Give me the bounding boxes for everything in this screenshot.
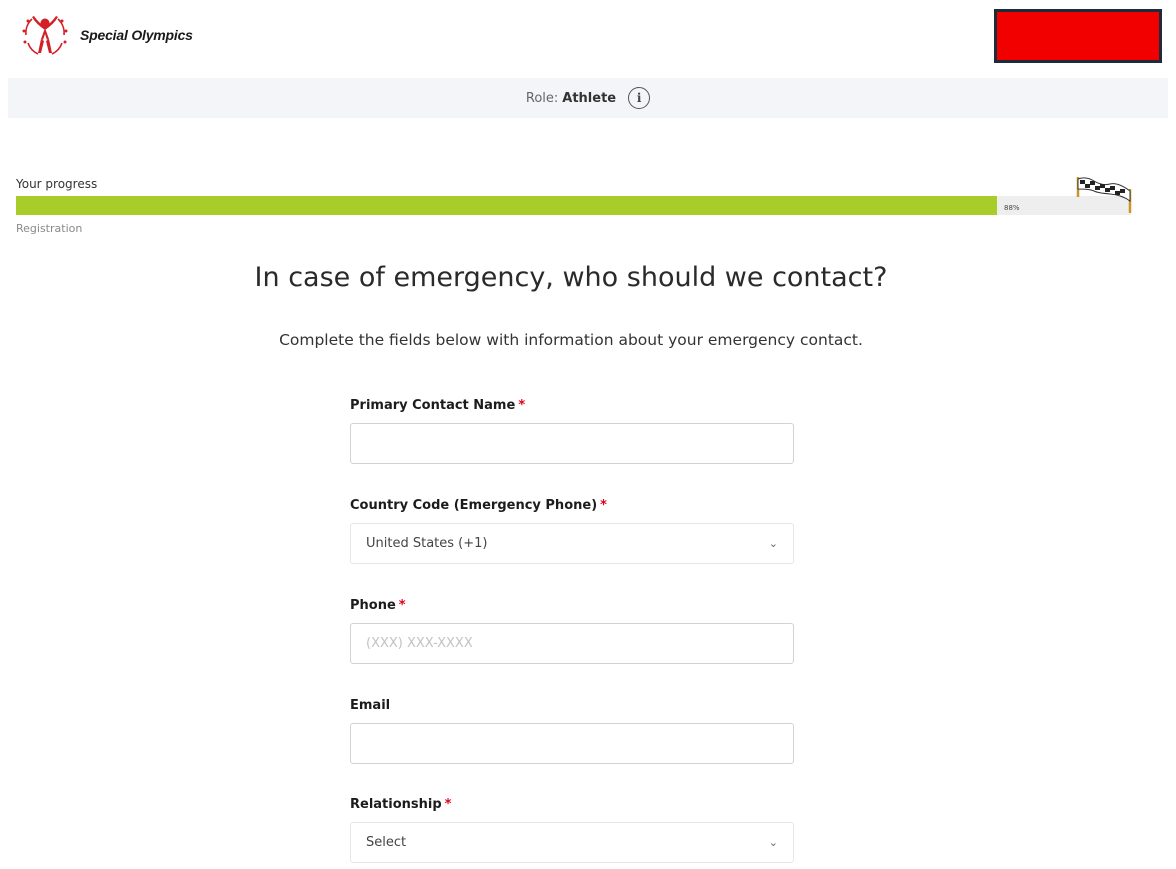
country-code-field: Country Code (Emergency Phone) * United S… [350,498,794,564]
progress-percent: 88% [1004,204,1020,212]
primary-contact-label: Primary Contact Name * [350,398,526,413]
relationship-value: Select [366,835,407,850]
progress-label: Your progress [16,177,98,191]
country-code-value: United States (+1) [366,536,488,551]
special-olympics-logo-icon [22,16,68,55]
chevron-down-icon: ⌄ [768,537,778,550]
required-marker: * [444,797,452,812]
progress-bar [16,196,1131,215]
primary-contact-field: Primary Contact Name * [350,398,794,464]
email-input[interactable] [350,723,794,764]
required-marker: * [600,498,607,513]
country-code-select[interactable]: United States (+1) ⌄ [350,523,794,564]
progress-step: Registration [16,222,83,235]
chevron-down-icon: ⌄ [768,836,778,849]
phone-label: Phone * [350,598,406,613]
page-title: In case of emergency, who should we cont… [254,262,888,293]
email-label: Email [350,698,391,713]
country-code-label: Country Code (Emergency Phone) * [350,498,607,513]
role-label: Role: [525,90,559,106]
account-button[interactable] [994,9,1162,63]
relationship-label: Relationship * [350,797,452,812]
primary-contact-input[interactable] [350,423,794,464]
brand-name: Special Olympics [80,27,193,43]
site-header: Special Olympics [0,0,1176,76]
role-bar: Role: Athlete i [8,78,1168,118]
progress-fill [16,196,998,215]
email-field: Email [350,698,794,764]
brand-logo[interactable]: Special Olympics [18,9,193,61]
phone-field: Phone * [350,598,794,664]
page-subtitle: Complete the fields below with informati… [279,331,863,349]
role-value: Athlete [562,90,617,106]
phone-input[interactable] [350,623,794,664]
relationship-field: Relationship * Select ⌄ [350,797,794,863]
checkered-flag-icon [1076,177,1132,213]
relationship-select[interactable]: Select ⌄ [350,822,794,863]
required-marker: * [518,398,526,413]
required-marker: * [398,598,406,613]
info-icon[interactable]: i [628,87,651,109]
